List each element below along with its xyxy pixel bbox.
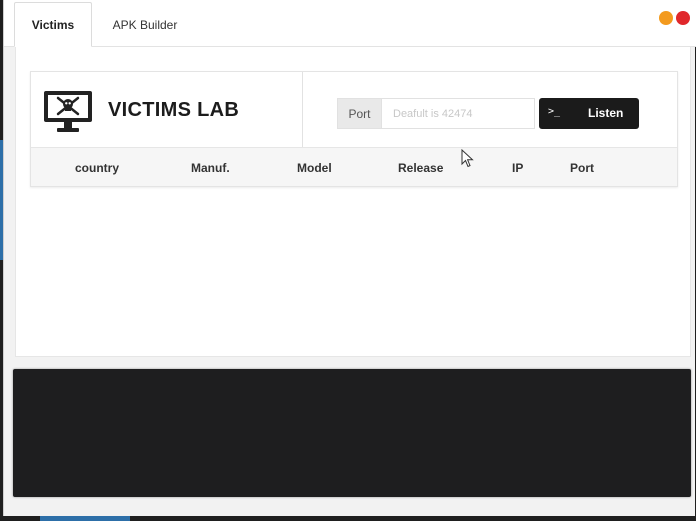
tab-bar: Victims APK Builder: [4, 0, 696, 47]
column-header-manufacturer: Manuf.: [191, 161, 230, 175]
tab-apk-builder[interactable]: APK Builder: [99, 2, 191, 47]
monitor-skull-icon: [44, 91, 92, 132]
column-header-release: Release: [398, 161, 444, 175]
victims-panel: VICTIMS LAB Port >_ Listen country Manuf…: [15, 47, 691, 357]
port-form: Port >_ Listen: [303, 72, 677, 147]
log-console[interactable]: [13, 369, 691, 497]
tab-victims[interactable]: Victims: [14, 2, 92, 47]
lab-header: VICTIMS LAB: [31, 72, 303, 147]
close-button[interactable]: [676, 11, 690, 25]
minimize-button[interactable]: [659, 11, 673, 25]
column-header-ip: IP: [512, 161, 524, 175]
terminal-icon: >_: [548, 106, 561, 117]
taskbar-strip: [40, 516, 130, 521]
column-header-country: country: [75, 161, 120, 175]
page-title: VICTIMS LAB: [108, 99, 240, 121]
column-header-port: Port: [570, 161, 594, 175]
port-input[interactable]: [381, 98, 535, 129]
mouse-cursor-icon: [461, 149, 474, 168]
app-window: Victims APK Builder VICTIMS LAB Port Dea…: [3, 0, 696, 516]
listen-button-label: Listen: [588, 106, 624, 120]
column-header-model: Model: [297, 161, 332, 175]
victims-table-header: country Manuf. Model Release IP Port: [31, 147, 677, 186]
port-label: Port: [337, 98, 381, 129]
victims-card: VICTIMS LAB Port >_ Listen country Manuf…: [30, 71, 678, 187]
listen-button[interactable]: >_ Listen: [539, 98, 639, 129]
